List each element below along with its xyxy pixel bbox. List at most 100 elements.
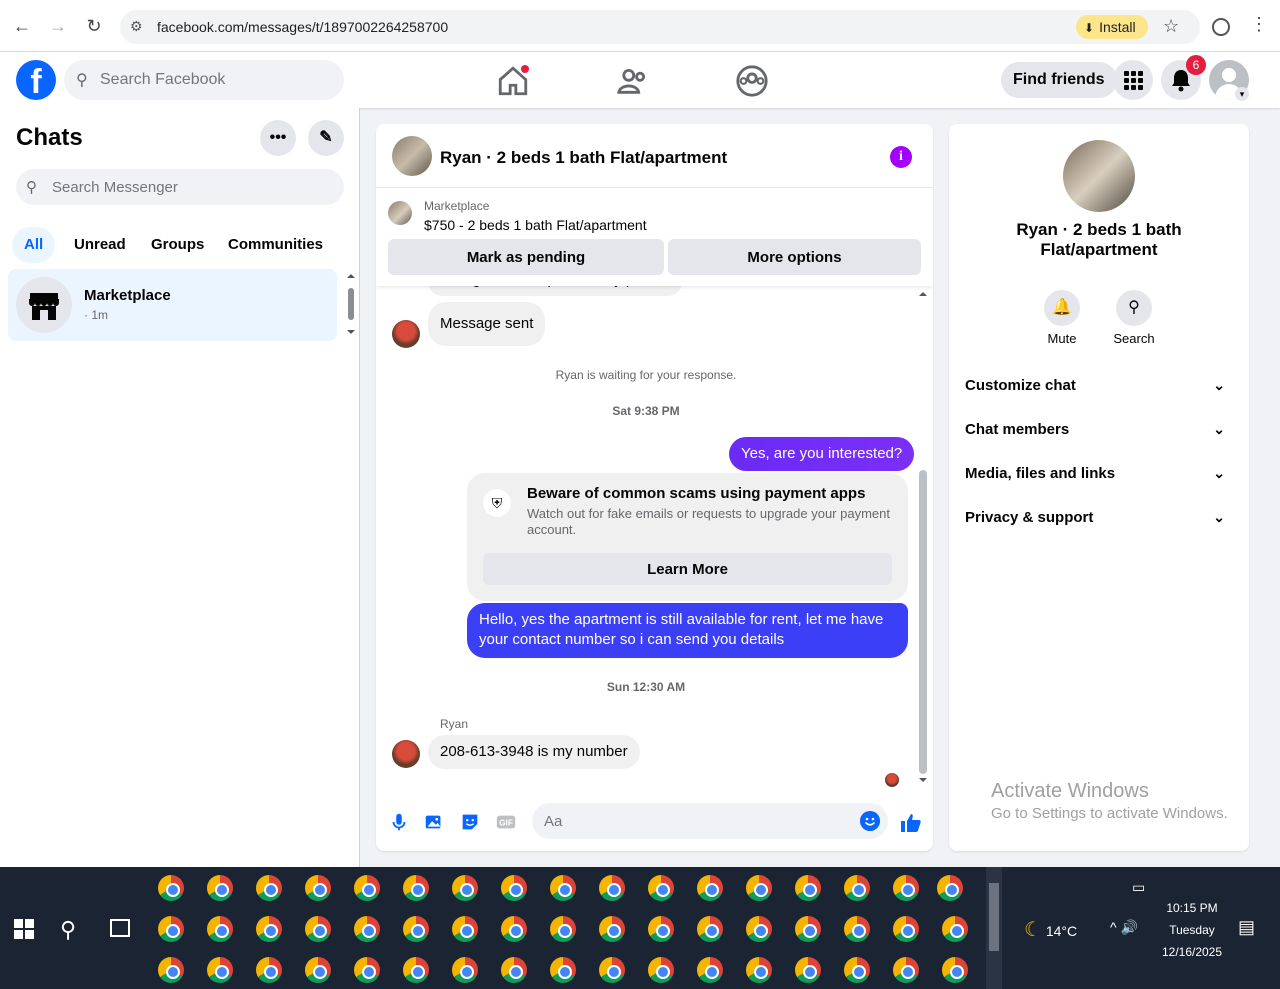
- messenger-search-input[interactable]: [52, 169, 332, 205]
- url-text[interactable]: facebook.com/messages/t/1897002264258700: [157, 19, 448, 35]
- taskbar-app-icon[interactable]: [403, 916, 429, 942]
- taskbar-app-icon[interactable]: [158, 957, 184, 983]
- section-chat-members[interactable]: Chat members ⌄: [965, 421, 1233, 445]
- search-in-conversation-button[interactable]: ⚲ Search: [1104, 290, 1164, 346]
- taskbar-app-icon[interactable]: [501, 957, 527, 983]
- taskbar-app-icon[interactable]: [207, 957, 233, 983]
- taskbar-app-icon[interactable]: [550, 957, 576, 983]
- conversation-title[interactable]: Ryan · 2 beds 1 bath Flat/apartment: [440, 148, 727, 168]
- message-input-wrapper[interactable]: [532, 803, 888, 839]
- taskbar-app-icon[interactable]: [501, 916, 527, 942]
- weather-widget[interactable]: ☾ 14°C: [1024, 917, 1077, 942]
- more-options-button[interactable]: More options: [668, 239, 921, 275]
- listing-title[interactable]: $750 - 2 beds 1 bath Flat/apartment: [424, 217, 647, 233]
- bookmark-star-icon[interactable]: ☆: [1163, 16, 1179, 37]
- taskbar-app-icon[interactable]: [452, 875, 478, 901]
- taskbar-app-icon[interactable]: [795, 916, 821, 942]
- taskbar-app-icon[interactable]: [844, 916, 870, 942]
- taskbar-app-icon[interactable]: [746, 875, 772, 901]
- taskbar-app-icon[interactable]: [452, 916, 478, 942]
- section-privacy-support[interactable]: Privacy & support ⌄: [965, 509, 1233, 533]
- network-icon[interactable]: ▭: [1132, 879, 1145, 896]
- taskbar-app-icon[interactable]: [256, 916, 282, 942]
- taskbar-app-icon[interactable]: [795, 875, 821, 901]
- install-app-button[interactable]: ⬇ Install: [1076, 15, 1148, 39]
- taskbar-app-icon[interactable]: [648, 957, 674, 983]
- task-view-icon[interactable]: [110, 919, 130, 937]
- taskbar-app-icon[interactable]: [893, 875, 919, 901]
- reload-icon[interactable]: ↻: [82, 14, 106, 38]
- windows-start-icon[interactable]: [14, 919, 34, 939]
- friends-icon[interactable]: [616, 64, 650, 98]
- taskbar-app-icon[interactable]: [599, 875, 625, 901]
- groups-icon[interactable]: [735, 64, 769, 98]
- filter-all[interactable]: All: [12, 227, 56, 263]
- mute-button[interactable]: 🔔 Mute: [1032, 290, 1092, 346]
- taskbar-app-icon[interactable]: [746, 957, 772, 983]
- taskbar-app-icon[interactable]: [893, 916, 919, 942]
- facebook-search-input[interactable]: [100, 60, 330, 100]
- new-message-button[interactable]: ✎: [308, 120, 344, 156]
- thread-scrollbar[interactable]: [918, 290, 928, 786]
- taskbar-app-icon[interactable]: [697, 875, 723, 901]
- chat-options-button[interactable]: •••: [260, 120, 296, 156]
- taskbar-app-icon[interactable]: [599, 957, 625, 983]
- taskbar-app-icon[interactable]: [158, 875, 184, 901]
- address-bar[interactable]: ⚙ facebook.com/messages/t/18970022642587…: [120, 10, 1200, 44]
- taskbar-app-icon[interactable]: [403, 957, 429, 983]
- taskbar-app-icon[interactable]: [746, 916, 772, 942]
- section-media-files-links[interactable]: Media, files and links ⌄: [965, 465, 1233, 489]
- info-icon[interactable]: i: [890, 146, 912, 168]
- filter-unread[interactable]: Unread: [62, 227, 138, 263]
- menu-grid-button[interactable]: [1113, 60, 1153, 100]
- gif-icon[interactable]: GIF: [495, 811, 517, 833]
- filter-communities[interactable]: Communities: [216, 227, 335, 263]
- taskbar-app-icon[interactable]: [354, 916, 380, 942]
- mark-as-pending-button[interactable]: Mark as pending: [388, 239, 664, 275]
- find-friends-button[interactable]: Find friends: [1001, 62, 1117, 98]
- chat-item-marketplace[interactable]: Marketplace · 1m: [8, 269, 337, 341]
- message-input[interactable]: [544, 803, 844, 839]
- section-customize-chat[interactable]: Customize chat ⌄: [965, 377, 1233, 401]
- taskbar-app-icon[interactable]: [158, 916, 184, 942]
- conversation-avatar[interactable]: [392, 136, 432, 176]
- forward-icon[interactable]: →: [46, 14, 70, 38]
- taskbar-app-icon[interactable]: [403, 875, 429, 901]
- site-settings-icon[interactable]: ⚙: [130, 18, 143, 35]
- messenger-search[interactable]: ⚲: [16, 169, 344, 205]
- filter-groups[interactable]: Groups: [139, 227, 216, 263]
- learn-more-button[interactable]: Learn More: [483, 553, 892, 585]
- details-avatar[interactable]: [1063, 140, 1135, 212]
- sidebar-scrollbar[interactable]: [345, 274, 357, 338]
- taskbar-app-icon[interactable]: [501, 875, 527, 901]
- notification-center-icon[interactable]: ▤: [1238, 917, 1255, 938]
- taskbar-app-icon[interactable]: [207, 875, 233, 901]
- facebook-search[interactable]: ⚲: [64, 60, 344, 100]
- sticker-icon[interactable]: [459, 811, 481, 833]
- taskbar-app-icon[interactable]: [305, 916, 331, 942]
- photo-icon[interactable]: [423, 811, 445, 833]
- emoji-icon[interactable]: [860, 811, 880, 831]
- taskbar-clock[interactable]: 10:15 PM Tuesday 12/16/2025: [1152, 897, 1232, 963]
- profile-icon[interactable]: [1212, 18, 1230, 36]
- taskbar-app-icon[interactable]: [697, 957, 723, 983]
- taskbar-app-icon[interactable]: [256, 875, 282, 901]
- taskbar-app-icon[interactable]: [697, 916, 723, 942]
- taskbar-app-icon[interactable]: [844, 957, 870, 983]
- taskbar-app-icon[interactable]: [305, 957, 331, 983]
- taskbar-app-icon[interactable]: [550, 875, 576, 901]
- browser-menu-icon[interactable]: ⋮: [1250, 14, 1268, 35]
- taskbar-app-icon[interactable]: [207, 916, 233, 942]
- taskbar-app-icon[interactable]: [942, 957, 968, 983]
- taskbar-app-icon[interactable]: [937, 875, 964, 901]
- microphone-icon[interactable]: [388, 811, 410, 833]
- taskbar-app-icon[interactable]: [648, 916, 674, 942]
- facebook-logo[interactable]: f: [16, 60, 56, 100]
- taskbar-app-icon[interactable]: [893, 957, 919, 983]
- taskbar-scrollbar[interactable]: [986, 867, 1002, 989]
- volume-icon[interactable]: ^ 🔊: [1110, 919, 1138, 936]
- taskbar-app-icon[interactable]: [305, 875, 331, 901]
- taskbar-search-icon[interactable]: ⚲: [60, 917, 76, 943]
- taskbar-app-icon[interactable]: [354, 957, 380, 983]
- taskbar-app-icon[interactable]: [452, 957, 478, 983]
